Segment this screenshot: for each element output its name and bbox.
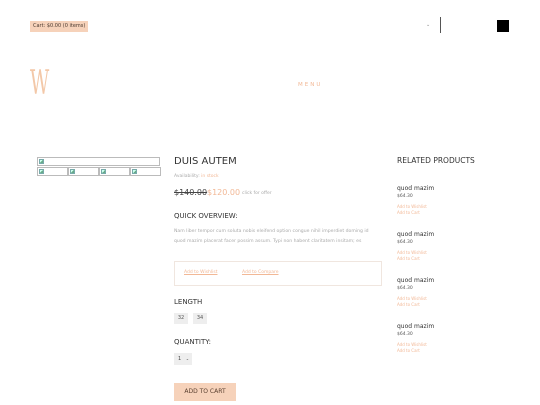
user-icon[interactable] bbox=[497, 20, 509, 32]
related-add-to-cart-link[interactable]: Add to Cart bbox=[397, 210, 477, 216]
related-product-price: $64.30 bbox=[397, 286, 413, 291]
image-placeholder-icon bbox=[132, 169, 137, 174]
quick-overview-heading: QUICK OVERVIEW: bbox=[174, 212, 238, 220]
image-placeholder-icon bbox=[39, 169, 44, 174]
menu-button[interactable]: MENU bbox=[298, 82, 322, 88]
related-product-item: quod mazim $64.30 Add to Wishlist Add to… bbox=[397, 277, 477, 308]
quantity-value: 1 bbox=[178, 356, 182, 362]
quantity-select[interactable]: 1 ⌄ bbox=[174, 353, 192, 365]
related-product-price: $64.30 bbox=[397, 240, 413, 245]
product-thumbnail[interactable] bbox=[68, 167, 99, 176]
image-placeholder-icon bbox=[70, 169, 75, 174]
availability-label: Availability: bbox=[174, 174, 200, 179]
site-logo[interactable]: W bbox=[30, 63, 49, 103]
related-product-item: quod mazim $64.30 Add to Wishlist Add to… bbox=[397, 323, 477, 354]
chevron-down-icon: ⌄ bbox=[185, 356, 190, 361]
related-product-name[interactable]: quod mazim bbox=[397, 185, 477, 192]
related-product-price: $64.30 bbox=[397, 332, 413, 337]
availability: Availability: in stock bbox=[174, 174, 219, 179]
quick-overview-text: Nam liber tempor cum soluta nobis eleife… bbox=[174, 229, 369, 244]
related-products-heading: RELATED PRODUCTS bbox=[397, 156, 475, 165]
add-to-cart-button[interactable]: ADD TO CART bbox=[174, 383, 236, 401]
related-product-name[interactable]: quod mazim bbox=[397, 277, 477, 284]
new-price: $120.00 bbox=[207, 188, 241, 197]
image-placeholder-icon bbox=[101, 169, 106, 174]
product-thumbnail[interactable] bbox=[37, 167, 68, 176]
related-product-name[interactable]: quod mazim bbox=[397, 323, 477, 330]
related-product-name[interactable]: quod mazim bbox=[397, 231, 477, 238]
related-product-item: quod mazim $64.30 Add to Wishlist Add to… bbox=[397, 185, 477, 216]
length-heading: LENGTH bbox=[174, 298, 203, 306]
old-price: $140.00 bbox=[174, 188, 208, 197]
availability-value: in stock bbox=[201, 174, 219, 179]
header-divider bbox=[440, 17, 441, 33]
chevron-down-icon[interactable]: ⌄ bbox=[426, 22, 430, 28]
related-product-item: quod mazim $64.30 Add to Wishlist Add to… bbox=[397, 231, 477, 262]
quantity-heading: QUANTITY: bbox=[174, 338, 211, 346]
size-option-32[interactable]: 32 bbox=[174, 313, 188, 324]
product-main-image[interactable] bbox=[37, 157, 160, 166]
related-add-to-cart-link[interactable]: Add to Cart bbox=[397, 348, 477, 354]
product-title: DUIS AUTEM bbox=[174, 156, 237, 167]
size-option-34[interactable]: 34 bbox=[193, 313, 207, 324]
cart-button[interactable]: Cart: $0.00 (0 items) bbox=[30, 21, 89, 32]
product-thumbnail[interactable] bbox=[99, 167, 130, 176]
related-add-to-cart-link[interactable]: Add to Cart bbox=[397, 302, 477, 308]
product-thumbnails bbox=[37, 167, 161, 176]
related-add-to-cart-link[interactable]: Add to Cart bbox=[397, 256, 477, 262]
image-placeholder-icon bbox=[39, 159, 44, 164]
add-to-wishlist-link[interactable]: Add to Wishlist bbox=[184, 270, 218, 275]
related-product-price: $64.30 bbox=[397, 194, 413, 199]
product-thumbnail[interactable] bbox=[130, 167, 161, 176]
add-to-compare-link[interactable]: Add to Compare bbox=[242, 270, 279, 275]
offer-link[interactable]: click for offer bbox=[242, 191, 272, 196]
